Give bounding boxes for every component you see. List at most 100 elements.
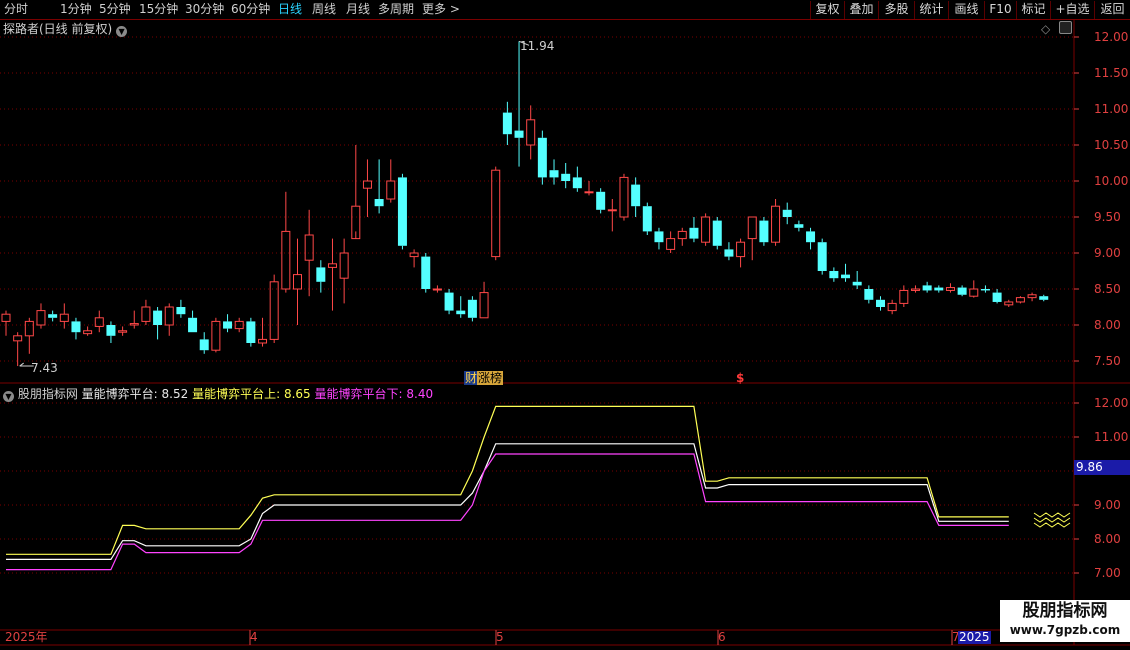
candle-body xyxy=(759,220,769,243)
candle xyxy=(304,209,314,297)
candle-body xyxy=(362,180,372,189)
candle-body xyxy=(1004,301,1014,306)
low-price-marker: 7.43 xyxy=(31,361,58,375)
zigzag-marker xyxy=(1033,512,1071,528)
indicator-dropdown-icon[interactable]: ▼ xyxy=(3,391,14,402)
candle-body xyxy=(817,242,827,271)
candle-body xyxy=(246,321,256,343)
candle-body xyxy=(36,310,46,326)
candle xyxy=(141,299,151,325)
price-axis-label: 11.00 xyxy=(1094,102,1129,116)
candle-body xyxy=(153,310,163,325)
candle-body xyxy=(899,289,909,304)
dropdown-icon[interactable]: ▼ xyxy=(116,26,128,37)
candle xyxy=(397,173,407,250)
watermark-url: www.7gpzb.com xyxy=(1009,623,1121,637)
candle-body xyxy=(922,285,932,291)
candle xyxy=(852,271,862,289)
date-label: 5 xyxy=(496,630,504,644)
candle-body xyxy=(281,230,291,290)
candle xyxy=(24,317,34,354)
candle-body xyxy=(59,313,69,322)
candle xyxy=(1,310,11,336)
candle-body xyxy=(724,249,734,257)
candle-body xyxy=(631,184,641,207)
candle-body xyxy=(549,170,559,178)
candle xyxy=(502,101,512,145)
candle-body xyxy=(1039,296,1049,300)
candle xyxy=(351,145,361,240)
candle xyxy=(922,281,932,293)
candle-body xyxy=(1,313,11,322)
candle-body xyxy=(992,292,1002,302)
zigzag-row xyxy=(1033,512,1071,518)
candle-body xyxy=(24,320,34,337)
candle-body xyxy=(1027,294,1037,299)
candle-body xyxy=(689,227,699,239)
line2-value: 8.65 xyxy=(283,387,311,401)
candle xyxy=(677,227,687,246)
finance-tag[interactable]: 财 xyxy=(464,371,479,385)
candle xyxy=(514,41,524,167)
indicator-line-2 xyxy=(6,405,1009,555)
indicator-header: ▼ 股朋指标网 量能博弈平台: 8.52 量能博弈平台上: 8.65 量能博弈平… xyxy=(3,387,433,402)
candle xyxy=(841,263,851,282)
candle xyxy=(747,216,757,261)
line3-value: 8.40 xyxy=(406,387,434,401)
candle-body xyxy=(211,320,221,351)
candle xyxy=(479,281,489,319)
candle-body xyxy=(829,271,839,279)
candle-body xyxy=(269,281,279,340)
candle-body xyxy=(13,335,23,342)
candle xyxy=(421,253,431,293)
candle xyxy=(654,227,664,250)
candle xyxy=(724,242,734,261)
candle-body xyxy=(619,176,629,218)
candle-body xyxy=(841,274,851,279)
panel-toggle-icon[interactable] xyxy=(1059,21,1072,34)
candle-body xyxy=(106,325,116,336)
main-panel-header: 探路者(日线 前复权) ▼ xyxy=(3,22,128,37)
candle-body xyxy=(502,112,512,135)
candle xyxy=(782,202,792,225)
candle xyxy=(910,285,920,293)
candle-body xyxy=(491,169,501,258)
zigzag-row xyxy=(1033,517,1071,523)
candle xyxy=(759,217,769,246)
date-label: 6 xyxy=(718,630,726,644)
candle-body xyxy=(736,241,746,258)
dollar-marker[interactable]: $ xyxy=(736,371,744,385)
watermark-logo: 股朋指标网 www.7gpzb.com xyxy=(1000,600,1130,642)
candle-body xyxy=(327,263,337,268)
price-chart[interactable] xyxy=(0,0,1130,650)
candle xyxy=(386,159,396,203)
candle xyxy=(246,317,256,347)
candle xyxy=(934,285,944,293)
candle-body xyxy=(258,338,268,344)
candle xyxy=(293,238,302,325)
candle-body xyxy=(456,310,466,315)
candle-body xyxy=(910,288,920,291)
candle xyxy=(362,159,372,217)
diamond-icon[interactable]: ◇ xyxy=(1041,22,1050,36)
current-date-label: 2025 xyxy=(958,630,991,644)
candle xyxy=(829,267,839,282)
price-axis-label: 10.50 xyxy=(1094,138,1129,152)
indicator-axis-label: 8.00 xyxy=(1094,532,1121,546)
gainers-tag[interactable]: 涨榜 xyxy=(477,371,504,385)
candle-body xyxy=(561,173,571,181)
indicator-name: 股朋指标网 xyxy=(17,387,78,401)
cursor-price-box: 9.86 xyxy=(1074,460,1130,475)
candle xyxy=(1027,292,1037,302)
candle xyxy=(48,310,58,322)
candle xyxy=(631,177,641,217)
candle-body xyxy=(421,256,431,289)
candle xyxy=(1004,299,1014,307)
candle xyxy=(619,173,629,221)
candle-body xyxy=(980,289,990,291)
candle xyxy=(607,199,617,232)
indicator-axis-label: 12.00 xyxy=(1094,396,1129,410)
candle xyxy=(409,249,419,268)
indicator-axis-label: 9.00 xyxy=(1094,498,1121,512)
candle-body xyxy=(199,339,209,351)
